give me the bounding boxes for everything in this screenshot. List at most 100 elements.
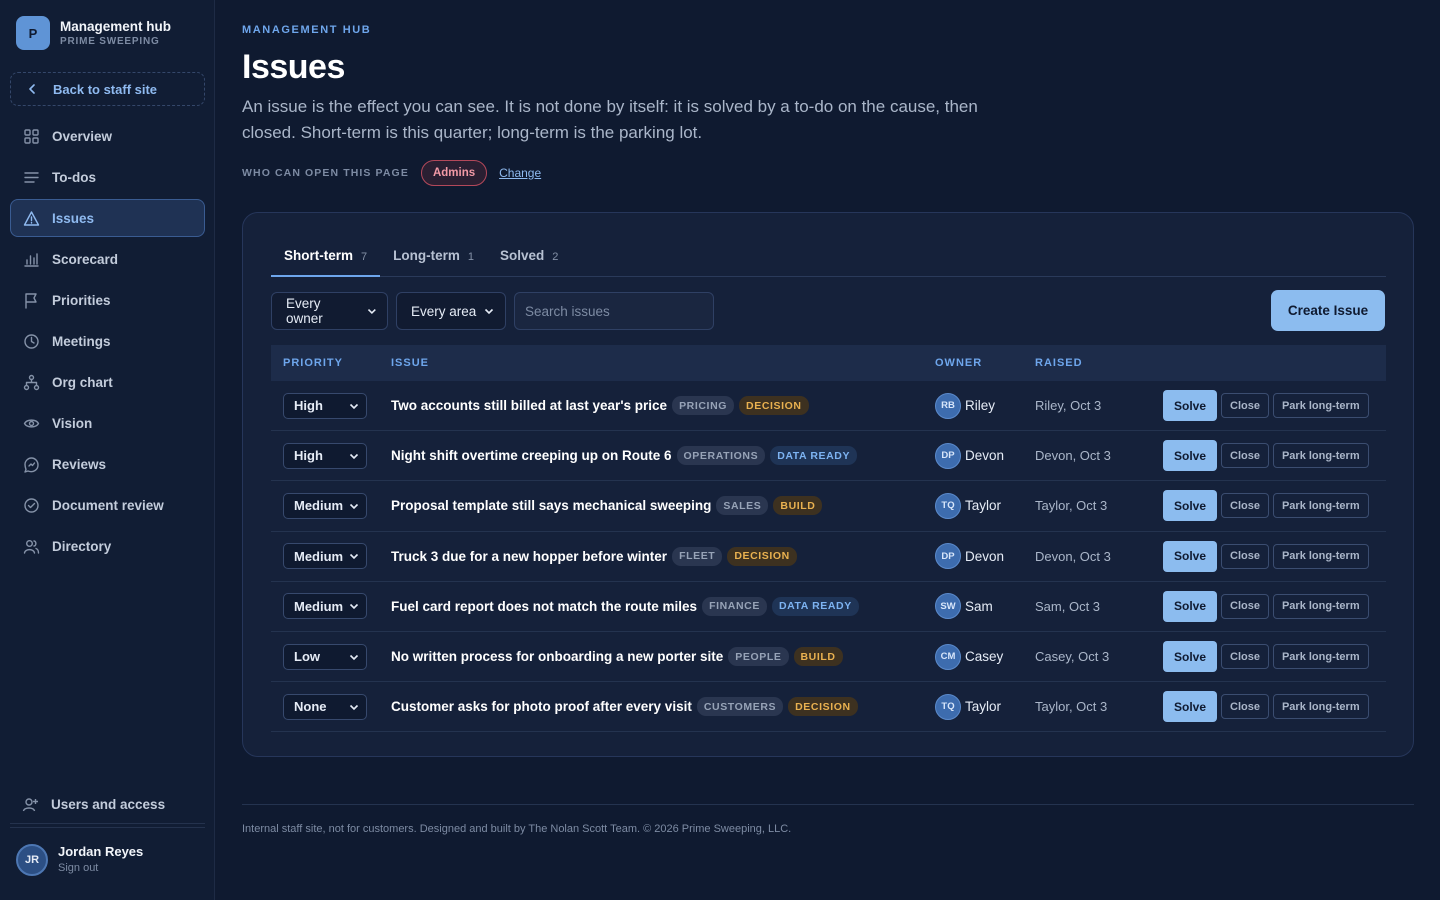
solve-button[interactable]: Solve: [1163, 390, 1217, 422]
brand-subtitle: PRIME SWEEPING: [60, 35, 160, 47]
column-header-owner[interactable]: OWNER: [935, 357, 1035, 369]
access-badge: Admins: [420, 160, 488, 186]
sign-out-link[interactable]: Sign out: [58, 860, 143, 876]
sidebar-item-org-chart[interactable]: Org chart: [10, 363, 205, 401]
priority-value: High: [294, 398, 323, 414]
owner-cell: TQ Taylor: [935, 693, 1035, 720]
owner-cell: TQ Taylor: [935, 492, 1035, 519]
sidebar-item-label: Reviews: [52, 456, 107, 472]
area-filter-select[interactable]: Every area: [396, 292, 506, 330]
solve-button[interactable]: Solve: [1163, 440, 1217, 472]
status-tag: DECISION: [727, 546, 797, 566]
eye-icon: [23, 415, 40, 432]
park-long-term-button[interactable]: Park long-term: [1272, 593, 1369, 619]
solve-button[interactable]: Solve: [1163, 540, 1217, 572]
row-actions: Solve Close Park long-term: [1163, 490, 1373, 522]
tab-solved[interactable]: Solved 2: [487, 243, 571, 277]
avatar: RB: [935, 392, 961, 419]
user-plus-icon: [22, 796, 39, 813]
sidebar-item-label: Org chart: [52, 374, 113, 390]
sidebar-item-scorecard[interactable]: Scorecard: [10, 240, 205, 278]
priority-select[interactable]: High: [283, 392, 367, 419]
sidebar-item-overview[interactable]: Overview: [10, 117, 205, 155]
row-actions: Solve Close Park long-term: [1163, 590, 1373, 622]
avatar: DP: [935, 442, 961, 469]
warning-icon: [23, 210, 40, 227]
issues-panel: Short-term 7 Long-term 1 Solved 2 Every owner…: [242, 212, 1414, 757]
brand[interactable]: P Management hub PRIME SWEEPING: [16, 16, 171, 50]
park-long-term-button[interactable]: Park long-term: [1272, 543, 1369, 569]
row-actions: Solve Close Park long-term: [1163, 440, 1373, 472]
sidebar-item-reviews[interactable]: Reviews: [10, 445, 205, 483]
priority-value: None: [294, 699, 327, 715]
sidebar-item-vision[interactable]: Vision: [10, 404, 205, 442]
tab-short-term[interactable]: Short-term 7: [271, 243, 381, 277]
solve-button[interactable]: Solve: [1163, 490, 1217, 522]
avatar[interactable]: JR: [16, 843, 48, 876]
issue-cell: Proposal template still says mechanical …: [391, 496, 935, 516]
owner-cell: RB Riley: [935, 392, 1035, 419]
close-button[interactable]: Close: [1221, 443, 1269, 469]
priority-select[interactable]: Medium: [283, 593, 367, 620]
close-button[interactable]: Close: [1221, 393, 1269, 419]
park-long-term-button[interactable]: Park long-term: [1272, 443, 1369, 469]
tab-label: Long-term: [393, 248, 460, 263]
area-tag: SALES: [716, 496, 769, 516]
issue-title[interactable]: Fuel card report does not match the rout…: [391, 599, 697, 614]
column-header-priority[interactable]: PRIORITY: [271, 357, 391, 369]
raised-cell: Devon, Oct 3: [1035, 548, 1111, 564]
chevron-down-icon: [349, 403, 359, 409]
close-button[interactable]: Close: [1221, 543, 1269, 569]
issue-title[interactable]: Night shift overtime creeping up on Rout…: [391, 448, 672, 463]
sidebar-item-document-review[interactable]: Document review: [10, 486, 205, 524]
area-tag: PEOPLE: [728, 647, 789, 667]
issue-title[interactable]: Two accounts still billed at last year's…: [391, 398, 667, 413]
park-long-term-button[interactable]: Park long-term: [1272, 493, 1369, 519]
tab-label: Solved: [500, 248, 545, 263]
raised-cell: Casey, Oct 3: [1035, 649, 1110, 665]
issue-title[interactable]: Proposal template still says mechanical …: [391, 498, 711, 513]
sidebar-item-label: To-dos: [52, 169, 96, 185]
park-long-term-button[interactable]: Park long-term: [1272, 694, 1369, 720]
issue-cell: Night shift overtime creeping up on Rout…: [391, 446, 935, 466]
close-button[interactable]: Close: [1221, 694, 1269, 720]
issue-title[interactable]: Customer asks for photo proof after ever…: [391, 699, 692, 714]
tab-long-term[interactable]: Long-term 1: [380, 243, 487, 277]
close-button[interactable]: Close: [1221, 593, 1269, 619]
priority-select[interactable]: None: [283, 693, 367, 720]
users-and-access-link[interactable]: Users and access: [10, 786, 205, 824]
back-to-staff-site-link[interactable]: Back to staff site: [10, 72, 205, 106]
chevron-down-icon: [349, 654, 359, 660]
priority-select[interactable]: Medium: [283, 543, 367, 570]
change-access-link[interactable]: Change: [499, 166, 541, 180]
chevron-down-icon: [349, 554, 359, 560]
solve-button[interactable]: Solve: [1163, 641, 1217, 673]
solve-button[interactable]: Solve: [1163, 691, 1217, 723]
priority-select[interactable]: Medium: [283, 492, 367, 519]
priority-select[interactable]: Low: [283, 643, 367, 670]
sidebar-item-priorities[interactable]: Priorities: [10, 281, 205, 319]
close-button[interactable]: Close: [1221, 493, 1269, 519]
priority-select[interactable]: High: [283, 442, 367, 469]
sidebar-item-issues[interactable]: Issues: [10, 199, 205, 237]
owner-name: Devon: [965, 448, 1005, 464]
sidebar-item-directory[interactable]: Directory: [10, 527, 205, 565]
park-long-term-button[interactable]: Park long-term: [1272, 644, 1369, 670]
chat-icon: [23, 456, 40, 473]
area-tag: FINANCE: [702, 596, 767, 616]
footer-text: Internal staff site, not for customers. …: [242, 823, 792, 835]
create-issue-button[interactable]: Create Issue: [1271, 290, 1385, 331]
sidebar-item-to-dos[interactable]: To-dos: [10, 158, 205, 196]
column-header-issue[interactable]: ISSUE: [391, 357, 935, 369]
close-button[interactable]: Close: [1221, 644, 1269, 670]
users-and-access-label: Users and access: [51, 797, 166, 812]
solve-button[interactable]: Solve: [1163, 590, 1217, 622]
column-header-raised[interactable]: RAISED: [1035, 357, 1163, 369]
owner-filter-select[interactable]: Every owner: [271, 292, 388, 330]
issue-title[interactable]: Truck 3 due for a new hopper before wint…: [391, 549, 667, 564]
chevron-left-icon: [29, 84, 35, 94]
park-long-term-button[interactable]: Park long-term: [1272, 393, 1369, 419]
issue-title[interactable]: No written process for onboarding a new …: [391, 649, 723, 664]
sidebar-item-meetings[interactable]: Meetings: [10, 322, 205, 360]
search-input[interactable]: [514, 292, 714, 330]
